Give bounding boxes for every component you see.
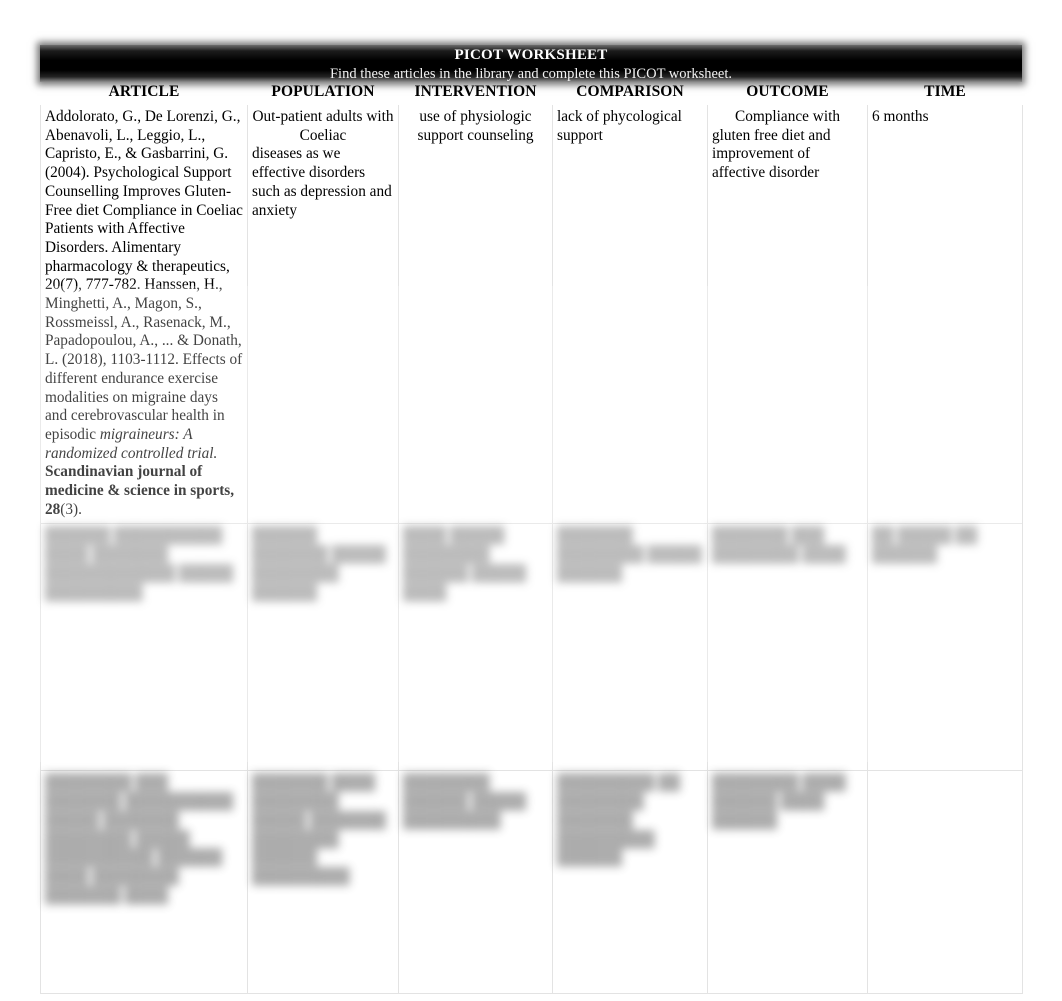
cell-population[interactable]: ███████ ████ ████████ █████ ███████ ████…	[247, 770, 399, 995]
time-text-redacted: ██ █████ ██ ██████	[872, 527, 978, 564]
article-citation-1: Addolorato, G., De Lorenzi, G., Abenavol…	[45, 108, 243, 256]
cell-outcome[interactable]: ███████ ███ ████████ ████	[707, 523, 868, 772]
header-row: ARTICLE POPULATION INTERVENTION COMPARIS…	[41, 82, 1023, 105]
population-text-redacted: ███████ ████ ████████ █████ ███████ ████…	[252, 774, 386, 885]
comparison-text-redacted: █████████ ██ ████████ ███████ █████████ …	[557, 774, 681, 867]
worksheet-title-band: PICOT WORKSHEET Find these articles in t…	[40, 45, 1022, 82]
article-citation-2: Hanssen, H., Minghetti, A., Magon, S., R…	[45, 276, 243, 443]
article-text-redacted: ████████ ███ ███████ ██████████ █████ ██…	[45, 774, 234, 904]
column-header-article: ARTICLE	[108, 83, 180, 100]
cell-intervention[interactable]: ████████ ██████ █████ █████████	[398, 770, 553, 995]
cell-comparison[interactable]: ███████ ████████ █████ ██████	[552, 523, 708, 772]
column-header-intervention: INTERVENTION	[414, 83, 537, 100]
cell-outcome[interactable]: Compliance with gluten free diet and imp…	[707, 105, 868, 525]
outcome-lead: Compliance with	[735, 108, 840, 125]
time-text-redacted	[868, 771, 1022, 778]
cell-comparison[interactable]: █████████ ██ ████████ ███████ █████████ …	[552, 770, 708, 995]
column-header-population: POPULATION	[271, 83, 375, 100]
article-journal-2-tail: (3).	[60, 500, 82, 518]
table-row: ████████ ███ ███████ ██████████ █████ ██…	[40, 770, 1023, 995]
comparison-text-redacted: ███████ ████████ █████ ██████	[557, 527, 702, 582]
page-title: PICOT WORKSHEET	[454, 47, 608, 63]
cell-population[interactable]: ██████ ███████ █████ ████████ ██████	[247, 523, 399, 772]
population-text-redacted: ██████ ███████ █████ ████████ ██████	[252, 527, 386, 601]
cell-time[interactable]	[867, 770, 1023, 995]
outcome-text-redacted: ███████ ███ ████████ ████	[712, 527, 846, 564]
cell-article[interactable]: ██████ ██████████ ████ ███████ █████████…	[40, 523, 248, 772]
table-row: ██████ ██████████ ████ ███████ █████████…	[40, 523, 1023, 772]
outcome-body: gluten free diet and improvement of affe…	[712, 126, 831, 182]
intervention-text-redacted: ████████ ██████ █████ █████████	[403, 774, 527, 829]
table-body: Addolorato, G., De Lorenzi, G., Abenavol…	[40, 105, 1023, 995]
table-header: ARTICLE POPULATION INTERVENTION COMPARIS…	[41, 82, 1023, 105]
time-text: 6 months	[872, 108, 929, 125]
article-text-redacted: ██████ ██████████ ████ ███████ █████████…	[45, 527, 234, 601]
population-body: diseases as we effective disorders such …	[252, 145, 392, 219]
population-lead: Out-patient adults with Coeliac	[252, 108, 394, 144]
page-subtitle: Find these articles in the library and c…	[329, 66, 733, 82]
intervention-text-redacted: ████ █████ ████████ ██████ █████ ████	[403, 527, 527, 601]
cell-comparison[interactable]: lack of phycological support	[552, 105, 708, 525]
cell-outcome[interactable]: ████████ ████ ██████ ████ ██████	[707, 770, 868, 995]
cell-article[interactable]: Addolorato, G., De Lorenzi, G., Abenavol…	[40, 105, 248, 525]
cell-time[interactable]: 6 months	[867, 105, 1023, 525]
cell-time[interactable]: ██ █████ ██ ██████	[867, 523, 1023, 772]
comparison-text: lack of phycological support	[557, 108, 682, 144]
cell-population[interactable]: Out-patient adults with Coeliac diseases…	[247, 105, 399, 525]
worksheet-page: PICOT WORKSHEET Find these articles in t…	[0, 0, 1062, 1001]
outcome-text-redacted: ████████ ████ ██████ ████ ██████	[712, 774, 846, 829]
cell-intervention[interactable]: use of physiologic support counseling	[398, 105, 553, 525]
intervention-text: use of physiologic support counseling	[417, 108, 534, 144]
column-header-comparison: COMPARISON	[576, 83, 684, 100]
column-header-outcome: OUTCOME	[746, 83, 829, 100]
column-header-time: TIME	[924, 83, 966, 100]
table-row: Addolorato, G., De Lorenzi, G., Abenavol…	[40, 105, 1023, 525]
cell-article[interactable]: ████████ ███ ███████ ██████████ █████ ██…	[40, 770, 248, 995]
picot-table: ARTICLE POPULATION INTERVENTION COMPARIS…	[40, 82, 1023, 995]
cell-intervention[interactable]: ████ █████ ████████ ██████ █████ ████	[398, 523, 553, 772]
